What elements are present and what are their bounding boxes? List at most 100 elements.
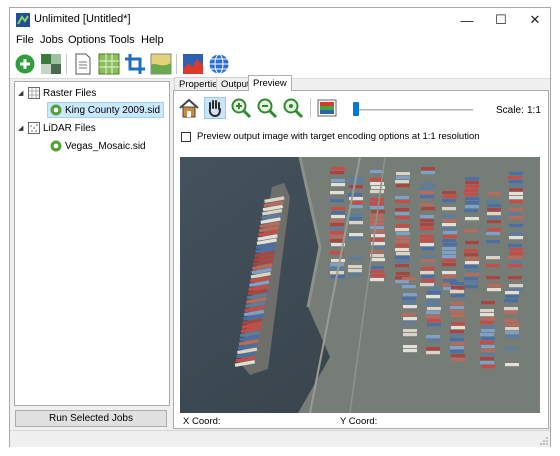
container-block <box>486 264 500 268</box>
container-block <box>395 228 409 232</box>
scale-slider-thumb[interactable] <box>353 102 359 116</box>
container-block <box>509 248 523 252</box>
zoom-out-icon[interactable] <box>256 97 278 119</box>
crop-icon[interactable] <box>124 53 146 75</box>
container-block <box>395 180 409 184</box>
container-block <box>450 302 464 306</box>
container-block <box>465 197 479 201</box>
container-block <box>465 201 479 205</box>
container-block <box>330 227 344 231</box>
tree-label: Vegas_Mosaic.sid <box>65 140 146 152</box>
map-icon[interactable] <box>150 53 172 75</box>
container-block <box>402 301 416 305</box>
menu-options[interactable]: Options <box>68 34 106 46</box>
container-block <box>442 215 456 219</box>
container-block <box>481 365 495 369</box>
container-block <box>508 276 522 280</box>
container-block <box>421 247 435 251</box>
close-icon: ✕ <box>529 12 541 27</box>
close-button[interactable]: ✕ <box>518 8 552 32</box>
bands-icon[interactable] <box>316 97 338 119</box>
preview-image[interactable] <box>180 157 540 413</box>
container-block <box>486 276 500 280</box>
container-block <box>348 273 362 277</box>
collapse-arrow-icon[interactable]: ◢ <box>18 124 28 132</box>
container-block <box>348 237 362 241</box>
container-block <box>396 236 410 240</box>
container-block <box>505 291 519 295</box>
preview-option-checkbox[interactable] <box>181 132 191 142</box>
container-block <box>509 172 523 176</box>
container-block <box>426 315 440 319</box>
toolbar-divider <box>66 54 67 74</box>
container-block <box>486 232 500 236</box>
container-block <box>442 191 456 195</box>
container-block <box>331 259 345 263</box>
menu-file[interactable]: File <box>16 34 34 46</box>
zoom-fit-icon[interactable] <box>282 97 304 119</box>
container-block <box>420 195 434 199</box>
grid-icon[interactable] <box>98 53 120 75</box>
tree-node-raster-files[interactable]: ◢ Raster Files <box>18 85 96 101</box>
tab-preview[interactable]: Preview <box>248 75 292 91</box>
app-window: Unlimited [Untitled*] — ☐ ✕ File Jobs Op… <box>9 7 551 447</box>
container-block <box>508 244 522 248</box>
container-block <box>427 291 441 295</box>
menu-jobs[interactable]: Jobs <box>40 34 63 46</box>
maximize-icon: ☐ <box>495 12 507 27</box>
container-block <box>487 216 501 220</box>
pan-tool-button[interactable] <box>204 97 226 119</box>
container-block <box>396 184 410 188</box>
globe-icon[interactable] <box>208 53 230 75</box>
container-block <box>481 349 495 353</box>
container-block <box>443 279 457 283</box>
maximize-button[interactable]: ☐ <box>484 8 518 32</box>
container-block <box>421 171 435 175</box>
container-block <box>509 232 523 236</box>
container-block <box>395 240 409 244</box>
container-block <box>403 349 417 353</box>
container-block <box>420 219 434 223</box>
run-selected-jobs-button[interactable]: Run Selected Jobs <box>15 410 167 427</box>
container-block <box>464 253 478 257</box>
container-block <box>421 279 435 283</box>
container-block <box>450 290 464 294</box>
container-block <box>481 345 495 349</box>
tree-item-king-county[interactable]: King County 2009.sid <box>47 102 165 118</box>
tree-label: LiDAR Files <box>43 122 96 134</box>
container-block <box>370 198 384 202</box>
mosaic-icon[interactable] <box>40 53 62 75</box>
tree-item-vegas-mosaic[interactable]: Vegas_Mosaic.sid <box>50 138 146 154</box>
minimize-button[interactable]: — <box>450 8 484 32</box>
tree-node-lidar-files[interactable]: ◢ LiDAR Files <box>18 120 96 136</box>
container-block <box>465 205 479 209</box>
menu-help[interactable]: Help <box>141 34 164 46</box>
collapse-arrow-icon[interactable]: ◢ <box>18 89 28 97</box>
container-block <box>443 243 457 247</box>
container-block <box>421 275 435 279</box>
container-block <box>480 361 494 365</box>
resize-grip-icon[interactable] <box>540 437 548 445</box>
tree-label: Raster Files <box>43 87 97 99</box>
container-block <box>505 327 519 331</box>
container-block <box>396 176 410 180</box>
container-block <box>450 330 464 334</box>
container-block <box>505 363 519 367</box>
container-block <box>443 195 457 199</box>
menu-tools[interactable]: Tools <box>109 34 135 46</box>
zoom-in-icon[interactable] <box>230 97 252 119</box>
document-icon[interactable] <box>72 53 94 75</box>
container-block <box>481 325 495 329</box>
container-block <box>371 274 385 278</box>
home-icon[interactable] <box>178 97 200 119</box>
container-block <box>370 222 384 226</box>
chart-icon[interactable] <box>182 53 204 75</box>
container-block <box>487 212 501 216</box>
container-block <box>465 261 479 265</box>
container-block <box>330 231 344 235</box>
container-block <box>348 217 362 221</box>
add-job-icon[interactable] <box>14 53 36 75</box>
sid-file-icon <box>50 104 62 116</box>
container-block <box>504 319 518 323</box>
scale-slider-track[interactable] <box>353 109 473 111</box>
